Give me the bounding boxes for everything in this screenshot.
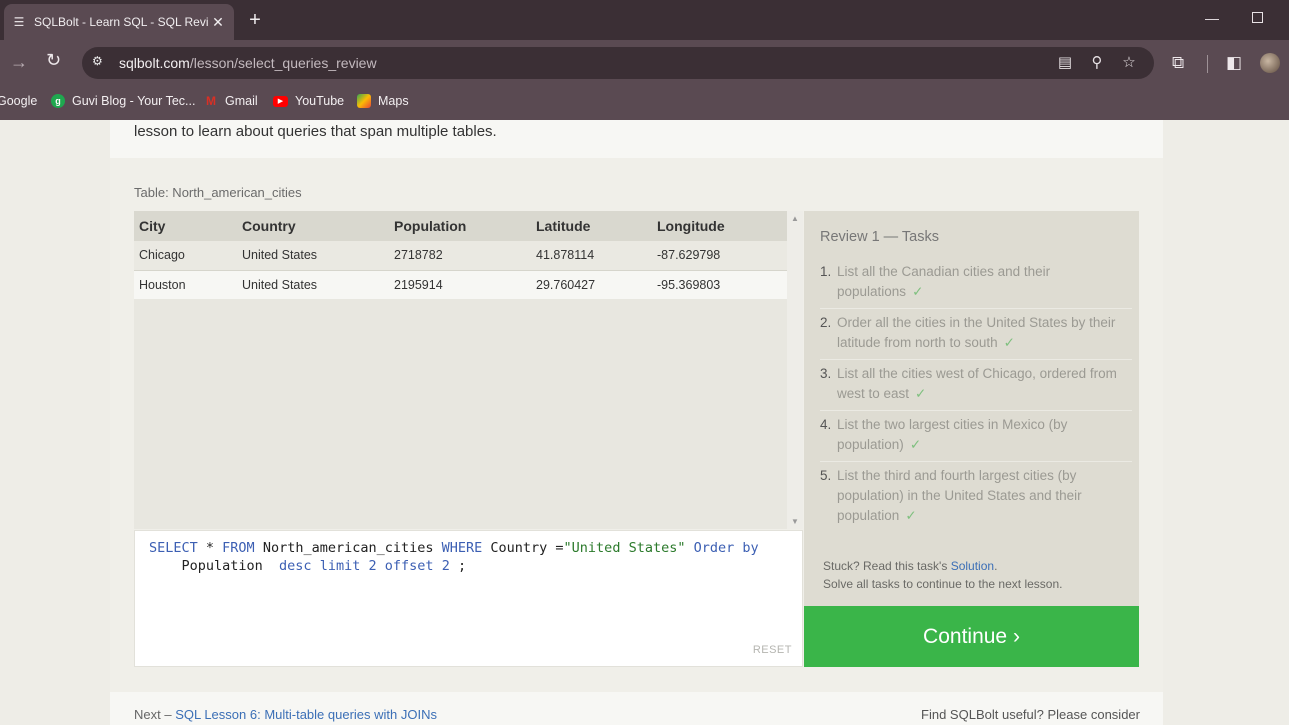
column-header: Country [237,211,389,241]
table-header-row: City Country Population Latitude Longitu… [134,211,787,241]
gmail-icon: M [206,94,216,108]
profile-avatar[interactable] [1260,53,1280,73]
column-header: Population [389,211,531,241]
translate-icon[interactable]: ▤ [1055,53,1075,73]
continue-button[interactable]: Continue › [804,606,1139,667]
help-text: Stuck? Read this task's Solution. Solve … [823,559,1063,591]
bookmarks-bar: Google g Guvi Blog - Your Tec... M Gmail… [0,86,1289,120]
table-cell: United States [237,270,389,299]
check-icon: ✓ [915,386,927,401]
lesson-intro: lesson to learn about queries that span … [110,120,1163,158]
check-icon: ✓ [905,508,917,523]
scroll-down-icon[interactable]: ▼ [791,517,799,526]
bookmark-guvi[interactable]: g Guvi Blog - Your Tec... [51,94,195,108]
minimize-icon[interactable]: — [1205,10,1219,26]
sql-editor[interactable]: SELECT * FROM North_american_cities WHER… [134,530,803,667]
bookmark-gmail[interactable]: M Gmail [204,94,258,108]
check-icon: ✓ [912,284,924,299]
restore-window-icon[interactable] [1252,12,1263,23]
task-item: 2. Order all the cities in the United St… [820,310,1132,360]
database-icon: ☰ [13,15,25,29]
bookmark-google[interactable]: Google [0,94,37,108]
lesson-footer: Next – SQL Lesson 6: Multi-table queries… [110,692,1163,725]
forward-icon[interactable]: → [10,52,28,73]
column-header: City [134,211,237,241]
table-cell: United States [237,241,389,271]
table-label: Table: North_american_cities [134,185,302,200]
reload-icon[interactable]: ↻ [46,50,61,71]
solution-link[interactable]: Solution [951,559,994,573]
next-lesson-link[interactable]: SQL Lesson 6: Multi-table queries with J… [175,707,437,722]
table-cell: -87.629798 [652,241,787,271]
intro-text: lesson to learn about queries that span … [134,123,497,140]
task-item: 5. List the third and fourth largest cit… [820,468,1082,523]
tasks-panel: Review 1 — Tasks 1. List all the Canadia… [804,211,1139,606]
table-cell: -95.369803 [652,270,787,299]
next-lesson: Next – SQL Lesson 6: Multi-table queries… [134,707,437,722]
bookmark-youtube[interactable]: ▶ YouTube [273,94,344,108]
zoom-icon[interactable]: ⚲ [1087,53,1107,73]
tab-bar: ☰ SQLBolt - Learn SQL - SQL Revie ✕ + — [0,0,1289,40]
table-cell: 29.760427 [531,270,652,299]
table-cell: Chicago [134,241,237,271]
maps-icon [357,94,371,108]
table-row: Chicago United States 2718782 41.878114 … [134,241,787,271]
column-header: Longitude [652,211,787,241]
table-cell: 2195914 [389,270,531,299]
site-info-icon[interactable]: ⚙ [92,54,108,70]
side-panel-icon[interactable]: ◧ [1226,53,1242,73]
task-list: 1. List all the Canadian cities and thei… [820,259,1132,533]
address-bar[interactable]: ⚙ sqlbolt.com/lesson/select_queries_revi… [82,47,1154,79]
browser-toolbar: → ↻ ⚙ sqlbolt.com/lesson/select_queries_… [0,40,1289,86]
youtube-icon: ▶ [273,95,288,107]
results-scrollbar[interactable]: ▲ ▼ [787,211,803,529]
tasks-title: Review 1 — Tasks [820,229,939,245]
reset-button[interactable]: RESET [753,644,792,656]
support-text: Find SQLBolt useful? Please consider [921,707,1140,722]
task-item: 3. List all the cities west of Chicago, … [820,361,1132,411]
results-table: City Country Population Latitude Longitu… [134,211,787,529]
url-text[interactable]: sqlbolt.com/lesson/select_queries_review [119,55,377,71]
new-tab-button[interactable]: + [244,8,266,32]
column-header: Latitude [531,211,652,241]
guvi-icon: g [51,94,65,108]
table-cell: 41.878114 [531,241,652,271]
table-cell: Houston [134,270,237,299]
task-item: 1. List all the Canadian cities and thei… [820,259,1132,309]
page-viewport: lesson to learn about queries that span … [0,120,1289,725]
bookmark-star-icon[interactable]: ☆ [1119,53,1139,73]
close-tab-icon[interactable]: ✕ [208,14,228,31]
check-icon: ✓ [909,437,922,452]
table-cell: 2718782 [389,241,531,271]
sql-code[interactable]: SELECT * FROM North_american_cities WHER… [149,539,759,575]
check-icon: ✓ [1003,335,1015,350]
extensions-icon[interactable]: ⧉ [1172,53,1184,73]
scroll-up-icon[interactable]: ▲ [791,214,799,223]
task-item: 4. List the two largest cities in Mexico… [820,412,1132,462]
bookmark-maps[interactable]: Maps [357,94,409,108]
toolbar-divider [1207,55,1208,73]
tab-sqlbolt[interactable]: ☰ SQLBolt - Learn SQL - SQL Revie ✕ [4,4,234,40]
tab-title: SQLBolt - Learn SQL - SQL Revie [34,15,208,29]
table-row: Houston United States 2195914 29.760427 … [134,270,787,299]
